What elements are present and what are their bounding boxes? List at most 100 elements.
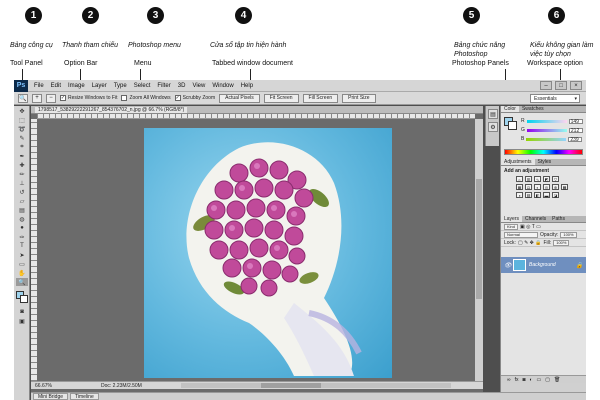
zoom-level[interactable]: 66.67% [35,383,52,389]
levels-icon[interactable]: ▥ [525,176,532,182]
menu-select[interactable]: Select [134,83,151,89]
hue-saturation-icon[interactable]: ▦ [516,184,523,190]
black-white-icon[interactable]: ◐ [534,184,541,190]
fit-screen-button[interactable]: Fit Screen [263,93,299,103]
clone-stamp-tool-icon[interactable]: ⊥ [16,179,28,187]
tab-channels[interactable]: Channels [522,216,549,222]
fill-input[interactable]: 100% [553,239,570,246]
scrollbar-thumb[interactable] [476,179,482,299]
menu-3d[interactable]: 3D [178,83,186,89]
history-brush-tool-icon[interactable]: ↺ [16,188,28,196]
rectangle-tool-icon[interactable]: ▭ [16,260,28,268]
tab-styles[interactable]: Styles [535,159,555,165]
opacity-input[interactable]: 100% [560,231,577,238]
color-spectrum[interactable] [504,149,583,155]
channel-mixer-icon[interactable]: ⊕ [552,184,559,190]
zoom-all-windows-checkbox[interactable]: Zoom All Windows [121,95,171,101]
pen-tool-icon[interactable]: ✑ [16,233,28,241]
menu-window[interactable]: Window [212,83,233,89]
tab-adjustments[interactable]: Adjustments [501,159,535,165]
exposure-icon[interactable]: ◩ [543,176,550,182]
tab-timeline[interactable]: Timeline [70,393,99,400]
brightness-icon[interactable]: ☼ [516,176,523,182]
dodge-tool-icon[interactable]: ● [16,224,28,232]
green-slider-row[interactable]: G 212 [521,127,583,133]
blur-tool-icon[interactable]: ◍ [16,215,28,223]
gradient-tool-icon[interactable]: ▤ [16,206,28,214]
document-canvas[interactable] [144,128,392,378]
posterize-icon[interactable]: ▨ [525,192,532,198]
document-tab[interactable]: 1798517_53829222291267_854376702_n.jpg @… [31,106,483,114]
blue-slider-row[interactable]: B 239 [521,136,583,142]
vibrance-icon[interactable]: ▽ [552,176,559,182]
eye-icon[interactable]: 👁 [504,262,512,269]
menu-layer[interactable]: Layer [92,83,107,89]
threshold-icon[interactable]: ◧ [534,192,541,198]
marquee-tool-icon[interactable]: ⬚ [16,116,28,124]
menu-help[interactable]: Help [241,83,253,89]
menu-view[interactable]: View [192,83,205,89]
invert-icon[interactable]: ◑ [516,192,523,198]
blend-mode-select[interactable]: Normal [504,231,538,238]
menu-file[interactable]: File [34,83,44,89]
crop-tool-icon[interactable]: ⌗ [16,143,28,151]
healing-brush-tool-icon[interactable]: ✚ [16,161,28,169]
resize-windows-checkbox[interactable]: ✓ Resize Windows to Fit [60,95,117,101]
menu-type[interactable]: Type [114,83,127,89]
hand-tool-icon[interactable]: ✋ [16,269,28,277]
lock-icons[interactable]: ▢ ✎ ✥ 🔒 [518,240,542,246]
green-slider[interactable] [526,128,567,132]
zoom-in-icon[interactable]: + [32,93,42,103]
tab-mini-bridge[interactable]: Mini Bridge [33,393,69,400]
background-color-swatch[interactable] [508,121,517,130]
fill-screen-button[interactable]: Fill Screen [302,93,339,103]
selective-color-icon[interactable]: ◪ [552,192,559,198]
path-selection-tool-icon[interactable]: ➤ [16,251,28,259]
tab-layers[interactable]: Layers [501,216,523,222]
add-mask-icon[interactable]: ◙ [522,377,525,383]
gradient-map-icon[interactable]: ▬ [543,192,550,198]
lasso-tool-icon[interactable]: ➰ [16,125,28,133]
new-group-icon[interactable]: ▭ [537,377,542,383]
blue-slider[interactable] [526,137,567,141]
tab-color[interactable]: Color [501,106,519,112]
color-balance-icon[interactable]: ⚖ [525,184,532,190]
layer-kind-select[interactable]: Kind [504,223,519,230]
red-value[interactable]: 149 [568,118,583,124]
curves-icon[interactable]: ∿ [534,176,541,182]
red-slider-row[interactable]: R 149 [521,118,583,124]
menu-filter[interactable]: Filter [157,83,170,89]
zoom-out-icon[interactable]: − [46,93,56,103]
menu-image[interactable]: Image [68,83,85,89]
minimize-button[interactable]: – [540,81,552,90]
trash-icon[interactable]: 🗑 [554,377,560,383]
quick-select-tool-icon[interactable]: ✎ [16,134,28,142]
fx-icon[interactable]: fx [515,377,519,383]
actual-pixels-button[interactable]: Actual Pixels [219,93,260,103]
blue-value[interactable]: 239 [568,136,583,142]
close-button[interactable]: × [570,81,582,90]
horizontal-scrollbar[interactable] [181,383,451,388]
tab-swatches[interactable]: Swatches [519,106,547,112]
eraser-tool-icon[interactable]: ▱ [16,197,28,205]
brush-tool-icon[interactable]: ✏ [16,170,28,178]
properties-panel-icon[interactable]: ⚙ [488,122,498,132]
layer-item[interactable]: 👁 Background 🔒 [501,257,586,273]
magnifier-icon[interactable]: 🔍 [18,93,28,103]
screen-mode-icon[interactable]: ▣ [16,317,28,325]
quick-mask-icon[interactable]: ◙ [16,308,28,316]
adjustment-layer-icon[interactable]: ◐ [530,377,533,383]
move-tool-icon[interactable]: ✥ [16,107,28,115]
type-tool-icon[interactable]: T [16,242,28,250]
color-lookup-icon[interactable]: ▩ [561,184,568,190]
workspace-select[interactable]: Essentials ▾ [530,94,580,103]
green-value[interactable]: 212 [568,127,583,133]
new-layer-icon[interactable]: ▢ [545,377,550,383]
vertical-scrollbar[interactable] [475,119,483,381]
eyedropper-tool-icon[interactable]: ✒ [16,152,28,160]
tab-paths[interactable]: Paths [549,216,568,222]
maximize-button[interactable]: □ [555,81,567,90]
filter-icons[interactable]: ▣ ◎ T ▭ [520,224,541,230]
zoom-tool-icon[interactable]: 🔍 [16,278,28,286]
menu-edit[interactable]: Edit [51,83,61,89]
